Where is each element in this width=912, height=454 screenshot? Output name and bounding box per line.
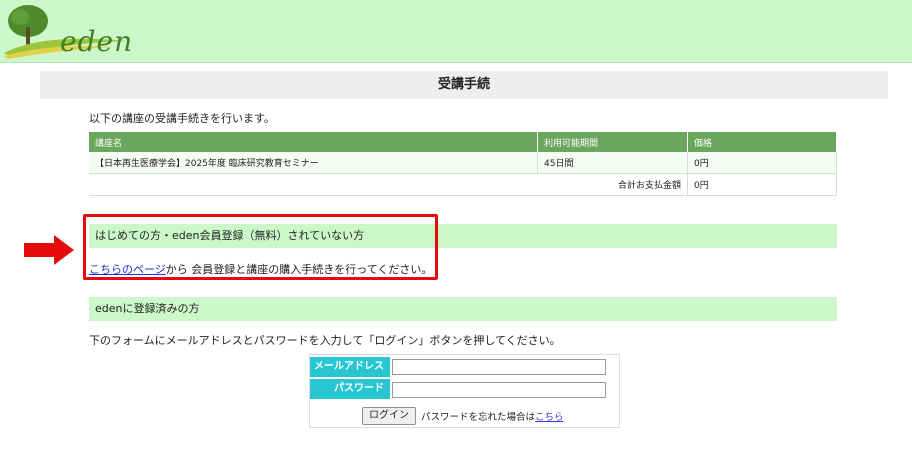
total-label: 合計お支払金額 bbox=[89, 173, 688, 196]
forgot-password-link[interactable]: こちら bbox=[535, 412, 564, 423]
password-field[interactable] bbox=[392, 382, 606, 398]
site-header: eden bbox=[0, 0, 912, 63]
course-table: 講座名 利用可能期間 価格 【日本再生医療学会】2025年度 臨床研究教育セミナ… bbox=[89, 132, 837, 196]
highlight-box bbox=[83, 214, 438, 280]
right-arrow-icon bbox=[24, 235, 74, 265]
period-cell: 45日間 bbox=[537, 152, 688, 174]
intro-text: 以下の講座の受講手続きを行います。 bbox=[89, 112, 275, 125]
logo-text: eden bbox=[60, 25, 134, 58]
login-form: メールアドレス パスワード ログイン パスワードを忘れた場合はこちら bbox=[309, 354, 620, 428]
email-field[interactable] bbox=[392, 359, 606, 375]
password-label: パスワード bbox=[310, 379, 390, 399]
column-header: 利用可能期間 bbox=[537, 132, 688, 152]
total-row: 合計お支払金額 0円 bbox=[89, 173, 837, 196]
table-header-row: 講座名 利用可能期間 価格 bbox=[89, 132, 837, 152]
total-value: 0円 bbox=[687, 173, 837, 196]
email-label: メールアドレス bbox=[310, 357, 390, 377]
table-row: 【日本再生医療学会】2025年度 臨床研究教育セミナー 45日間 0円 bbox=[89, 152, 837, 174]
forgot-password-text: パスワードを忘れた場合は bbox=[421, 412, 536, 423]
eden-logo[interactable]: eden bbox=[2, 3, 132, 59]
course-name-cell: 【日本再生医療学会】2025年度 臨床研究教育セミナー bbox=[89, 152, 538, 174]
login-instruction: 下のフォームにメールアドレスとパスワードを入力して「ログイン」ボタンを押してくだ… bbox=[89, 334, 561, 347]
registered-heading: edenに登録済みの方 bbox=[95, 302, 200, 315]
price-cell: 0円 bbox=[687, 152, 837, 174]
registered-heading-bar: edenに登録済みの方 bbox=[89, 297, 837, 321]
page-title: 受講手続 bbox=[40, 71, 888, 99]
column-header: 講座名 bbox=[89, 132, 538, 152]
login-button[interactable]: ログイン bbox=[362, 407, 416, 425]
column-header: 価格 bbox=[687, 132, 837, 152]
forgot-password: パスワードを忘れた場合はこちら bbox=[421, 409, 564, 423]
